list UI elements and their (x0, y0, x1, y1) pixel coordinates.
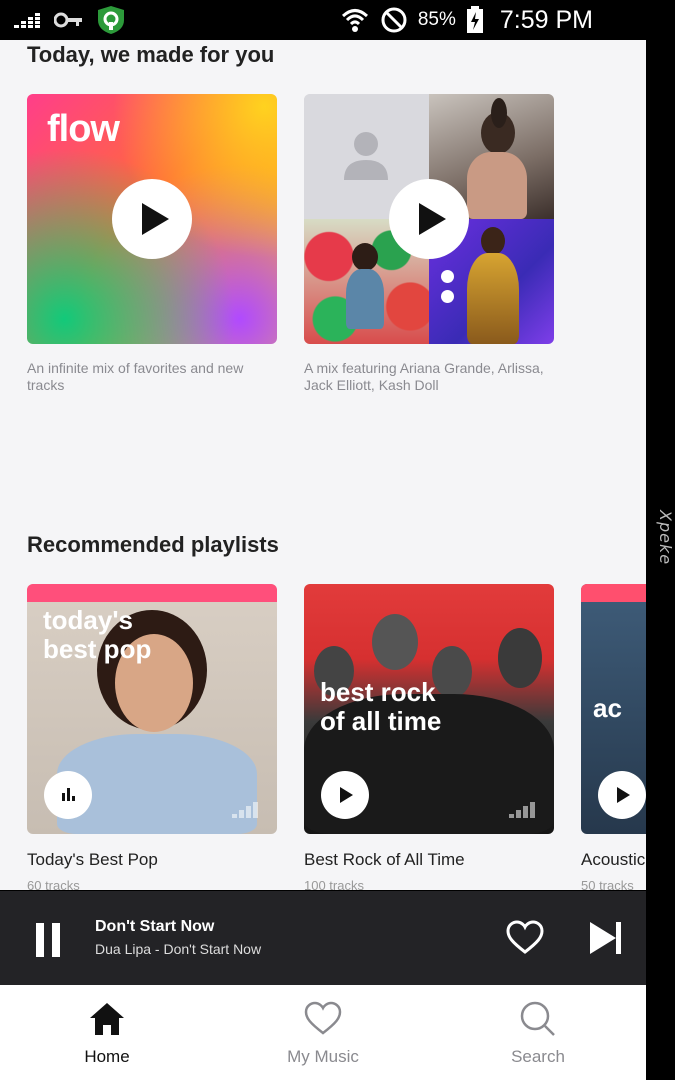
deezer-logo-icon (232, 800, 262, 818)
playlist-track-count: 100 tracks (304, 878, 364, 890)
wifi-icon (341, 9, 368, 32)
play-button[interactable] (598, 771, 646, 819)
playlist-track-count: 50 tracks (581, 878, 634, 890)
play-button[interactable] (321, 771, 369, 819)
playlist-art-title: best rock of all time (320, 677, 442, 736)
playlist-band (27, 584, 277, 602)
do-not-disturb-icon (381, 7, 407, 33)
section-title-recommended: Recommended playlists (27, 532, 279, 557)
pause-button[interactable] (28, 911, 68, 967)
mix-description: A mix featuring Ariana Grande, Arlissa, … (304, 360, 544, 393)
playlist-band (581, 584, 646, 602)
search-icon (520, 1001, 555, 1036)
track-title[interactable]: Don't Start Now (95, 918, 214, 936)
deezer-logo-icon (509, 800, 539, 818)
play-button[interactable] (112, 179, 192, 259)
battery-charging-icon (466, 6, 483, 33)
heart-icon (304, 1001, 342, 1035)
bottom-nav: Home My Music Search (0, 985, 646, 1080)
playlist-track-count: 60 tracks (27, 878, 80, 890)
flow-description: An infinite mix of favorites and new tra… (27, 360, 244, 393)
playlist-card-best-pop[interactable]: today's best pop (27, 584, 277, 834)
status-bar: 85% 7:59 PM (0, 0, 675, 40)
playlist-art-title: today's best pop (43, 605, 152, 664)
heart-icon[interactable] (506, 920, 544, 956)
playlist-name[interactable]: Acoustic (581, 850, 646, 870)
mini-player[interactable]: Don't Start Now Dua Lipa - Don't Start N… (0, 891, 646, 985)
nav-label: Home (84, 1047, 130, 1066)
deezer-icon (14, 13, 40, 28)
nav-my-music[interactable]: My Music (243, 985, 403, 1080)
more-options-icon[interactable] (441, 270, 455, 310)
watermark: Xpeke (656, 510, 675, 566)
nav-label: My Music (287, 1047, 359, 1066)
playlist-name[interactable]: Best Rock of All Time (304, 850, 465, 870)
flow-card[interactable]: flow (27, 94, 277, 344)
key-icon (54, 12, 82, 28)
playlist-card-acoustic[interactable]: ac (581, 584, 646, 834)
home-feed[interactable]: Today, we made for you flow An infinite … (0, 40, 646, 890)
pause-icon (36, 923, 44, 957)
flow-logo-text: flow (47, 108, 120, 150)
clock: 7:59 PM (499, 5, 593, 34)
track-artist[interactable]: Dua Lipa - Don't Start Now (95, 941, 261, 957)
home-icon (90, 1003, 124, 1035)
equalizer-icon (62, 788, 75, 801)
playlist-name[interactable]: Today's Best Pop (27, 850, 158, 870)
artist-mix-card[interactable] (304, 94, 554, 344)
skip-next-icon[interactable] (588, 920, 624, 956)
playlist-art-title: ac (593, 693, 622, 723)
play-button[interactable] (389, 179, 469, 259)
now-playing-indicator[interactable] (44, 771, 92, 819)
nav-search[interactable]: Search (458, 985, 618, 1080)
battery-percent: 85% (417, 9, 456, 30)
vpn-shield-icon (98, 6, 124, 34)
playlist-card-best-rock[interactable]: best rock of all time (304, 584, 554, 834)
nav-home[interactable]: Home (27, 985, 187, 1080)
section-title-made-for-you: Today, we made for you (27, 42, 275, 67)
nav-label: Search (511, 1047, 565, 1066)
